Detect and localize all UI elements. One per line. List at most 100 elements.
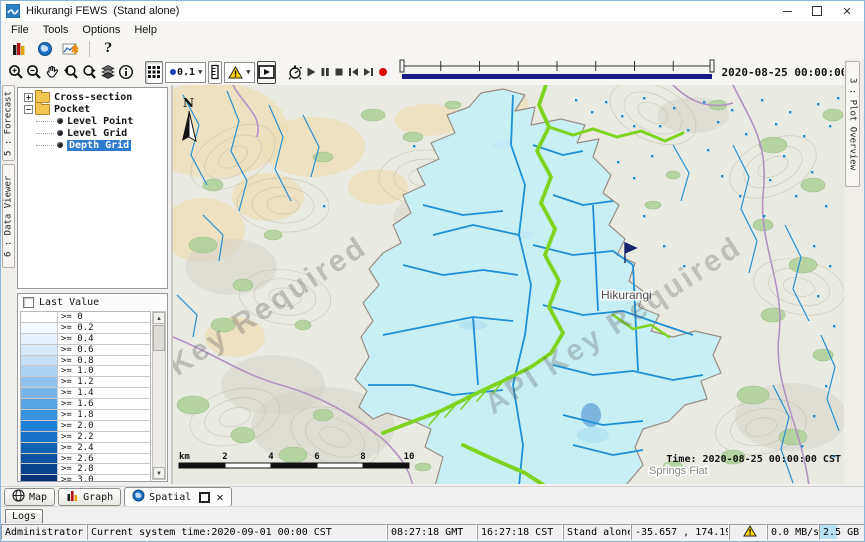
logs-button[interactable]: Logs xyxy=(5,509,43,524)
status-bar: AdministratorCurrent system time:2020-09… xyxy=(1,523,864,541)
thresholds-dropdown[interactable]: ▼ xyxy=(224,62,254,83)
title-bar: Hikurangi FEWS (Stand alone) ✕ xyxy=(1,1,864,21)
zoom-in-button[interactable] xyxy=(7,61,25,84)
tab-forecast[interactable]: 5 : Forecast xyxy=(2,85,15,161)
legend-color-swatch xyxy=(21,377,58,387)
legend-row[interactable]: >= 0 xyxy=(21,312,150,323)
legend-row[interactable]: >= 2.4 xyxy=(21,443,150,454)
map-display-button[interactable] xyxy=(32,38,58,60)
bottom-tab-bar: Map Graph Spatial ✕ xyxy=(1,486,864,507)
legend-row[interactable]: >= 1.0 xyxy=(21,366,150,377)
tab-map[interactable]: Map xyxy=(4,488,55,506)
timeseries-dialog-button[interactable] xyxy=(58,38,84,60)
legend-color-swatch xyxy=(21,443,58,453)
menu-bar: FileToolsOptionsHelp xyxy=(1,21,864,39)
menu-help[interactable]: Help xyxy=(128,23,165,37)
tree-item-level-grid[interactable]: Level Grid xyxy=(18,127,167,139)
record-button[interactable] xyxy=(376,61,390,84)
pause-button[interactable] xyxy=(318,61,332,84)
zoom-next-button[interactable] xyxy=(80,61,99,84)
window-title: Hikurangi FEWS (Stand alone) xyxy=(26,5,179,17)
scroll-down-icon[interactable]: ▼ xyxy=(153,467,165,479)
tree-item-depth-grid[interactable]: Depth Grid xyxy=(18,139,167,151)
help-button[interactable]: ? xyxy=(95,38,121,60)
legend-class-list[interactable]: >= 0>= 0.2>= 0.4>= 0.6>= 0.8>= 1.0>= 1.2… xyxy=(20,311,151,481)
legend-row[interactable]: >= 0.2 xyxy=(21,323,150,334)
legend-class-label: >= 1.0 xyxy=(58,366,150,376)
legend-row[interactable]: >= 1.6 xyxy=(21,399,150,410)
movie-player-button[interactable] xyxy=(257,61,276,84)
menu-options[interactable]: Options xyxy=(76,23,128,37)
status-gmt-time: 08:27:18 GMT xyxy=(387,524,477,540)
scale-tick-label: 10 xyxy=(404,452,415,462)
animation-settings-button[interactable] xyxy=(286,61,304,84)
tab-label: Map xyxy=(29,492,47,503)
tree-item-level-point[interactable]: Level Point xyxy=(18,115,167,127)
menu-file[interactable]: File xyxy=(5,23,37,37)
legend-row[interactable]: >= 0.6 xyxy=(21,345,150,356)
grid-display-button[interactable] xyxy=(145,61,163,84)
zoom-previous-button[interactable] xyxy=(61,61,80,84)
skip-end-button[interactable] xyxy=(361,61,376,84)
legend-class-label: >= 1.8 xyxy=(58,410,150,420)
status-memory: 2.5 GB xyxy=(819,524,865,540)
close-button[interactable]: ✕ xyxy=(832,1,862,21)
last-value-checkbox[interactable] xyxy=(23,297,34,308)
info-button[interactable] xyxy=(117,61,135,84)
classification-dropdown[interactable]: 0.1 ▼ xyxy=(165,62,206,83)
legend-row[interactable]: >= 0.8 xyxy=(21,356,150,367)
app-logo-icon xyxy=(6,4,20,18)
tab-label: Spatial xyxy=(149,492,191,503)
layers-button[interactable] xyxy=(99,61,117,84)
minimize-button[interactable] xyxy=(772,1,802,21)
legend-row[interactable]: >= 1.8 xyxy=(21,410,150,421)
time-slider-track xyxy=(398,59,716,81)
legend-scrollbar[interactable]: ▲ ▼ xyxy=(152,311,166,480)
tab-spatial[interactable]: Spatial ✕ xyxy=(124,487,231,507)
legend-row[interactable]: >= 0.4 xyxy=(21,334,150,345)
legend-color-swatch xyxy=(21,454,58,464)
scale-tick-label: 8 xyxy=(360,452,365,462)
maximize-tab-icon[interactable] xyxy=(199,492,210,503)
legend-row[interactable]: >= 2.6 xyxy=(21,454,150,465)
filter-tree[interactable]: +Cross-section−PocketLevel PointLevel Gr… xyxy=(17,87,168,289)
legend-row[interactable]: >= 2.8 xyxy=(21,464,150,475)
data-viewer-panel: +Cross-section−PocketLevel PointLevel Gr… xyxy=(15,85,173,484)
legend-class-label: >= 1.6 xyxy=(58,399,150,409)
legend-row[interactable]: >= 1.2 xyxy=(21,377,150,388)
scroll-up-icon[interactable]: ▲ xyxy=(153,312,165,324)
globe-icon xyxy=(37,41,53,57)
legend-color-swatch xyxy=(21,366,58,376)
grid-icon xyxy=(146,64,162,80)
play-button[interactable] xyxy=(304,61,318,84)
tab-graph[interactable]: Graph xyxy=(58,488,121,506)
legend-row[interactable]: >= 1.4 xyxy=(21,388,150,399)
profile-button[interactable] xyxy=(208,61,222,84)
legend-color-swatch xyxy=(21,399,58,409)
close-tab-icon[interactable]: ✕ xyxy=(216,492,223,502)
collapse-icon[interactable]: − xyxy=(24,105,33,114)
maximize-button[interactable] xyxy=(802,1,832,21)
right-tab-strip: 3 : Plot Overview xyxy=(844,59,864,484)
scrollbar-thumb[interactable] xyxy=(153,325,165,351)
time-slider[interactable] xyxy=(398,59,716,86)
tab-plot-overview[interactable]: 3 : Plot Overview xyxy=(845,61,860,187)
spatial-map-view[interactable]: Hikurangi Springs Flat N km 246810 Time:… xyxy=(173,85,844,484)
database-viewer-button[interactable] xyxy=(6,38,32,60)
menu-tools[interactable]: Tools xyxy=(37,23,77,37)
legend-row[interactable]: >= 3.0 xyxy=(21,475,150,481)
zoom-out-button[interactable] xyxy=(25,61,43,84)
skip-start-button[interactable] xyxy=(346,61,361,84)
tree-connector xyxy=(36,121,54,122)
legend-row[interactable]: >= 2.0 xyxy=(21,421,150,432)
pan-button[interactable] xyxy=(43,61,61,84)
legend-row[interactable]: >= 2.2 xyxy=(21,432,150,443)
status-warning xyxy=(729,524,767,540)
expand-icon[interactable]: + xyxy=(24,93,33,102)
status-mode: Stand alone xyxy=(563,524,631,540)
legend-header: Last Value xyxy=(18,294,167,310)
tree-item-pocket[interactable]: −Pocket xyxy=(18,103,167,115)
stop-button[interactable] xyxy=(332,61,346,84)
tab-data-viewer[interactable]: 6 : Data Viewer xyxy=(2,164,15,268)
play-icon xyxy=(305,66,317,78)
